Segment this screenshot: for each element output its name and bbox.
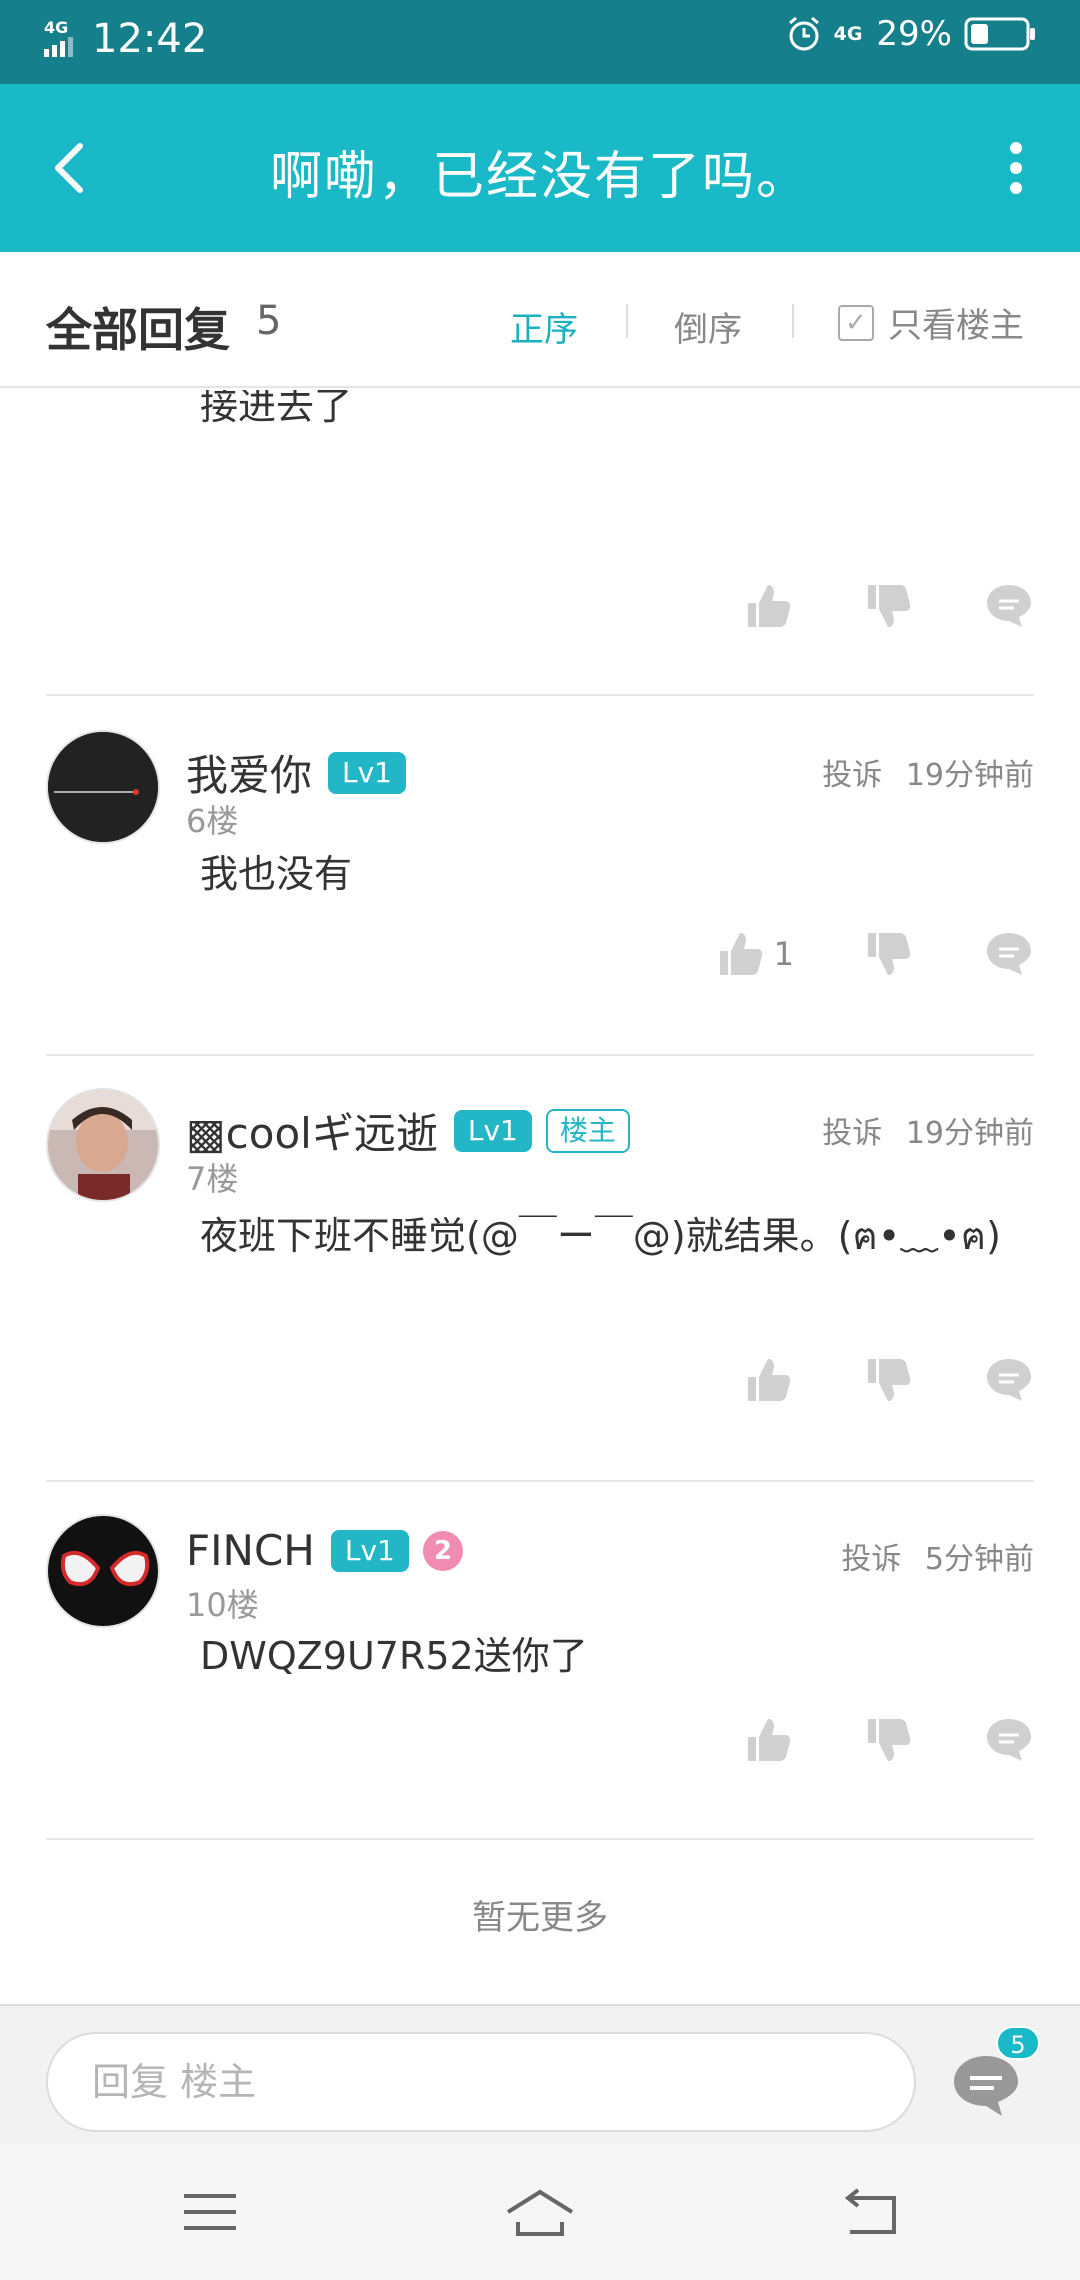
battery-icon <box>964 17 1035 51</box>
comment-icon <box>987 933 1031 975</box>
divider <box>46 1838 1034 1840</box>
level-badge: Lv1 <box>328 751 406 794</box>
report-link[interactable]: 投诉 <box>822 758 882 793</box>
thumb-up-icon <box>748 1359 791 1401</box>
thumb-up-icon <box>748 1719 791 1761</box>
signal-icon: 4G <box>44 19 73 57</box>
level-badge: Lv1 <box>453 1109 532 1152</box>
alarm-icon <box>788 16 819 51</box>
username[interactable]: ▩coolギ远逝 Lv1 楼主 <box>186 1100 630 1161</box>
report-link[interactable]: 投诉 <box>841 1542 901 1577</box>
status-time: 12:42 <box>92 16 208 62</box>
dislike-button[interactable] <box>834 924 914 984</box>
more-vertical-icon[interactable] <box>996 136 1036 200</box>
comment-button[interactable] <box>954 1710 1034 1770</box>
comment-icon <box>987 585 1031 627</box>
battery-percent: 29% <box>876 14 952 54</box>
reply-meta: 投诉 19分钟前 <box>822 1108 1034 1152</box>
like-button[interactable]: 1 <box>714 924 794 984</box>
system-nav-bar <box>0 2144 1080 2280</box>
comment-button[interactable] <box>954 576 1034 636</box>
host-badge: 楼主 <box>545 1108 630 1153</box>
reply-bar: 回复 楼主 5 <box>0 2004 1080 2144</box>
dislike-button[interactable] <box>834 1710 914 1770</box>
replies-header: 全部回复 5 正序 倒序 ✓ 只看楼主 <box>0 252 1080 388</box>
dislike-button[interactable] <box>834 1350 914 1410</box>
like-button[interactable] <box>714 1350 794 1410</box>
username-text: 我爱你 <box>186 751 313 800</box>
sort-descending-tab[interactable]: 倒序 <box>674 302 742 351</box>
like-button[interactable] <box>714 576 794 636</box>
medal-badge: 2 <box>422 1530 463 1571</box>
svg-text:4G: 4G <box>44 19 68 37</box>
reply-body: 接进去了 <box>200 390 353 428</box>
thumb-up-icon <box>719 933 762 975</box>
comment-icon <box>987 1719 1031 1761</box>
avatar[interactable] <box>46 730 160 844</box>
replies-title: 全部回复 <box>46 303 230 357</box>
comment-button[interactable] <box>954 924 1034 984</box>
home-icon[interactable] <box>500 2182 580 2242</box>
replies-count: 5 <box>256 298 282 344</box>
page-title: 啊嘞，已经没有了吗。 <box>269 147 810 207</box>
reply-actions <box>674 1350 1034 1410</box>
divider <box>626 304 628 338</box>
username[interactable]: 我爱你 Lv1 <box>186 742 406 803</box>
level-badge: Lv1 <box>330 1529 409 1572</box>
avatar[interactable] <box>46 1088 160 1202</box>
reply-body: DWQZ9U7R52送你了 <box>200 1634 588 1678</box>
reply-input[interactable]: 回复 楼主 <box>46 2032 916 2132</box>
like-button[interactable] <box>714 1710 794 1770</box>
checkbox-icon[interactable]: ✓ <box>838 304 874 341</box>
back-nav-icon[interactable] <box>830 2182 910 2242</box>
username[interactable]: FINCH Lv1 2 <box>186 1526 463 1575</box>
floor-number: 10楼 <box>186 1586 259 1624</box>
thumb-down-icon <box>868 585 911 627</box>
floor-number: 7楼 <box>186 1160 239 1198</box>
only-op-toggle[interactable]: ✓ 只看楼主 <box>838 298 1024 347</box>
divider <box>46 1054 1034 1056</box>
reply-actions <box>674 576 1034 636</box>
report-link[interactable]: 投诉 <box>822 1116 882 1151</box>
reply-time: 19分钟前 <box>905 758 1034 793</box>
avatar[interactable] <box>46 1514 160 1628</box>
comments-count-badge: 5 <box>996 2026 1040 2060</box>
reply-meta: 投诉 19分钟前 <box>822 750 1034 794</box>
back-arrow-icon[interactable] <box>40 136 104 200</box>
comments-icon[interactable] <box>948 2050 1024 2120</box>
only-op-label: 只看楼主 <box>888 306 1024 346</box>
divider <box>46 694 1034 696</box>
thumb-down-icon <box>868 933 911 975</box>
sort-ascending-tab[interactable]: 正序 <box>510 302 578 351</box>
reply-actions <box>674 1710 1034 1770</box>
status-bar: 4G 12:42 4G 29% <box>0 0 1080 84</box>
reply-body: 我也没有 <box>200 852 353 896</box>
dislike-button[interactable] <box>834 576 914 636</box>
divider <box>46 1480 1034 1482</box>
comment-button[interactable] <box>954 1350 1034 1410</box>
username-text: FINCH <box>186 1526 315 1575</box>
reply-time: 19分钟前 <box>905 1116 1034 1151</box>
thumb-up-icon <box>748 585 791 627</box>
thumb-down-icon <box>868 1359 911 1401</box>
reply-list: 接进去了 我爱你 Lv1 投诉 19分钟前 6楼 我也没有 1 ▩coolギ远逝… <box>0 390 1080 2004</box>
divider <box>792 304 794 338</box>
reply-actions: 1 <box>674 924 1034 984</box>
reply-body: 夜班下班不睡觉(@￣ー￣@)就结果。(ฅ•﹏•ฅ) <box>200 1214 1001 1258</box>
menu-icon[interactable] <box>170 2182 250 2242</box>
thumb-down-icon <box>868 1719 911 1761</box>
reply-time: 5分钟前 <box>924 1542 1034 1577</box>
floor-number: 6楼 <box>186 802 239 840</box>
network-label: 4G <box>833 23 863 45</box>
like-count: 1 <box>773 935 794 973</box>
reply-meta: 投诉 5分钟前 <box>841 1534 1034 1578</box>
app-bar: 啊嘞，已经没有了吗。 <box>0 84 1080 252</box>
no-more-label: 暂无更多 <box>472 1898 608 1938</box>
username-text: ▩coolギ远逝 <box>186 1109 438 1158</box>
comment-icon <box>987 1359 1031 1401</box>
